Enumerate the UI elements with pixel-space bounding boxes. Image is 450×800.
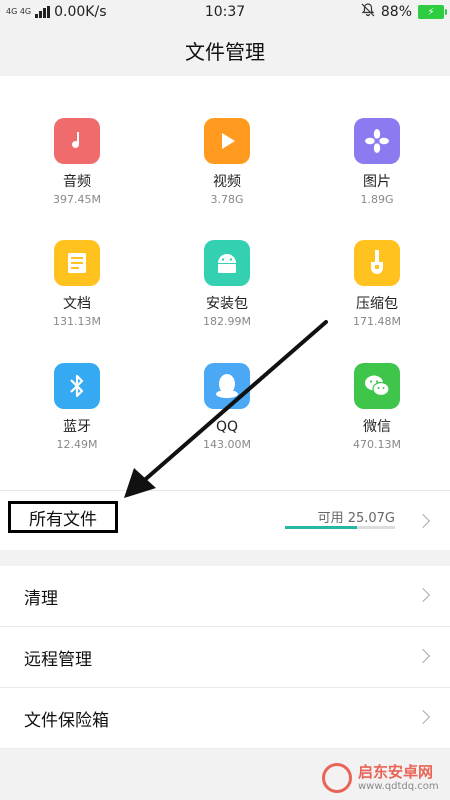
menu-item-remote-manage[interactable]: 远程管理 bbox=[0, 627, 450, 688]
chevron-right-icon bbox=[415, 709, 431, 725]
music-note-icon bbox=[54, 118, 100, 164]
category-size: 1.89G bbox=[360, 193, 394, 206]
watermark-icon bbox=[322, 763, 352, 793]
watermark-title: 启东安卓网 bbox=[358, 763, 434, 781]
menu-item-file-safe[interactable]: 文件保险箱 bbox=[0, 688, 450, 749]
category-item[interactable]: 视频 3.78G bbox=[152, 118, 302, 206]
category-name: 音频 bbox=[63, 174, 91, 190]
watermark-url: www.qdtdq.com bbox=[358, 781, 439, 792]
status-right: 88% ⚡ bbox=[361, 3, 447, 21]
menu-item-label: 文件保险箱 bbox=[24, 710, 109, 731]
category-item[interactable]: 安装包 182.99M bbox=[152, 240, 302, 328]
category-grid: 音频 397.45M 视频 3.78G 图片 1.89G 文档 131.13M 安装包 182.9… bbox=[0, 76, 450, 490]
watermark-logo: 启东安卓网 www.qdtdq.com bbox=[322, 756, 450, 800]
category-item[interactable]: 压缩包 171.48M bbox=[302, 240, 450, 328]
category-name: 压缩包 bbox=[356, 296, 398, 312]
menu-item-label: 远程管理 bbox=[24, 649, 92, 670]
page-title: 文件管理 bbox=[185, 39, 265, 64]
category-name: 视频 bbox=[213, 174, 241, 190]
menu-item-clean[interactable]: 清理 bbox=[0, 566, 450, 627]
category-size: 182.99M bbox=[203, 315, 251, 328]
category-item[interactable]: 蓝牙 12.49M bbox=[2, 363, 152, 451]
bluetooth-icon bbox=[54, 363, 100, 409]
category-item[interactable]: 图片 1.89G bbox=[302, 118, 450, 206]
category-name: 安装包 bbox=[206, 296, 248, 312]
category-size: 143.00M bbox=[203, 438, 251, 451]
chevron-right-icon bbox=[415, 587, 431, 603]
category-size: 397.45M bbox=[53, 193, 101, 206]
chevron-right-icon bbox=[415, 648, 431, 664]
qq-penguin-icon bbox=[204, 363, 250, 409]
battery-icon: ⚡ bbox=[418, 5, 447, 19]
category-size: 470.13M bbox=[353, 438, 401, 451]
wechat-icon bbox=[354, 363, 400, 409]
menu-item-label: 清理 bbox=[24, 588, 58, 609]
storage-bar-fill bbox=[285, 526, 357, 529]
android-icon bbox=[204, 240, 250, 286]
storage-bar bbox=[285, 526, 395, 529]
document-icon bbox=[54, 240, 100, 286]
category-name: 文档 bbox=[63, 296, 91, 312]
category-item[interactable]: 音频 397.45M bbox=[2, 118, 152, 206]
play-icon bbox=[204, 118, 250, 164]
zip-icon bbox=[354, 240, 400, 286]
category-size: 12.49M bbox=[56, 438, 98, 451]
chevron-right-icon bbox=[415, 513, 431, 529]
category-item[interactable]: 微信 470.13M bbox=[302, 363, 450, 451]
menu-list: 清理 远程管理 文件保险箱 bbox=[0, 566, 450, 749]
all-files-row[interactable]: 所有文件 可用 25.07G bbox=[0, 490, 450, 550]
category-name: 微信 bbox=[363, 419, 391, 435]
category-item[interactable]: 文档 131.13M bbox=[2, 240, 152, 328]
battery-percent: 88% bbox=[380, 4, 412, 20]
category-size: 131.13M bbox=[53, 315, 101, 328]
category-name: QQ bbox=[215, 419, 239, 435]
category-item[interactable]: QQ 143.00M bbox=[152, 363, 302, 451]
mute-bell-icon bbox=[361, 3, 375, 21]
category-size: 171.48M bbox=[353, 315, 401, 328]
category-size: 3.78G bbox=[210, 193, 244, 206]
all-files-label: 所有文件 bbox=[8, 501, 118, 533]
status-bar: 4G 4G 0.00K/s 10:37 88% ⚡ bbox=[0, 0, 450, 24]
flower-icon bbox=[354, 118, 400, 164]
category-name: 蓝牙 bbox=[63, 419, 91, 435]
available-storage-text: 可用 25.07G bbox=[317, 511, 395, 526]
category-name: 图片 bbox=[363, 174, 391, 190]
